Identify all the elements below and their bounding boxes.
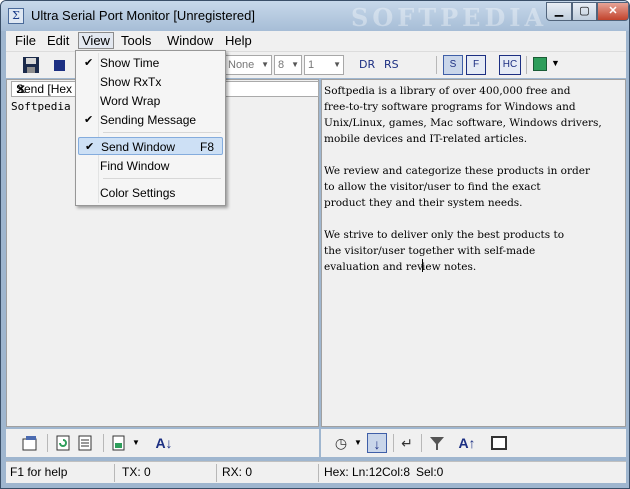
menu-separator — [103, 132, 221, 133]
menu-help[interactable]: Help — [222, 33, 255, 50]
window-icon[interactable] — [489, 433, 509, 453]
status-rx: RX: 0 — [222, 465, 253, 479]
checkmark-icon: ✔ — [85, 141, 95, 153]
minimize-button[interactable]: ▁ — [546, 2, 572, 21]
toolbar-separator — [103, 434, 104, 452]
hc-toggle-button[interactable]: HC — [499, 55, 521, 75]
databits-value: 8 — [278, 59, 285, 71]
properties-icon[interactable] — [20, 433, 40, 453]
s-toggle-button[interactable]: S — [443, 55, 463, 75]
close-icon[interactable]: ✕ — [16, 82, 26, 96]
toolbar-separator — [421, 434, 422, 452]
chevron-down-icon[interactable]: ▼ — [132, 438, 140, 447]
menu-item-label: Color Settings — [100, 186, 176, 200]
menu-file[interactable]: File — [12, 33, 39, 50]
chevron-down-icon: ▼ — [333, 60, 341, 69]
title-bar[interactable]: Σ Ultra Serial Port Monitor [Unregistere… — [1, 1, 629, 32]
f-toggle-button[interactable]: F — [466, 55, 486, 75]
rs-button[interactable]: RS — [384, 58, 399, 71]
menu-item-label: Show RxTx — [100, 75, 162, 89]
menu-edit[interactable]: Edit — [44, 33, 72, 50]
font-size-icon[interactable]: A↑ — [457, 433, 477, 453]
menu-item-word-wrap[interactable]: Word Wrap — [78, 92, 223, 110]
checkmark-icon: ✔ — [84, 57, 94, 69]
toolbar-separator — [393, 434, 394, 452]
toolbar-separator — [526, 56, 527, 74]
status-tx: TX: 0 — [122, 465, 151, 479]
stopbits-value: 1 — [308, 59, 315, 71]
chevron-down-icon: ▼ — [291, 60, 299, 69]
menu-item-find-window[interactable]: Find Window — [78, 157, 223, 175]
receive-text-area[interactable]: Softpedia is a library of over 400,000 f… — [324, 83, 624, 275]
menu-item-label: Find Window — [100, 159, 170, 173]
return-icon[interactable]: ↵ — [397, 433, 417, 453]
status-help: F1 for help — [10, 465, 68, 479]
status-divider — [318, 464, 319, 482]
chevron-down-icon: ▼ — [261, 60, 269, 69]
menu-item-label: Word Wrap — [100, 94, 161, 108]
close-icon: ✕ — [608, 5, 618, 17]
menu-window[interactable]: Window — [164, 33, 216, 50]
status-hex-line: Hex: Ln:12 — [324, 465, 383, 479]
status-col: Col:8 — [382, 465, 411, 479]
stopbits-select[interactable]: 1 ▼ — [304, 55, 344, 75]
maximize-icon: ▢ — [579, 5, 590, 17]
status-bar: F1 for help TX: 0 RX: 0 Hex: Ln:12 Col:8… — [6, 461, 626, 483]
receive-text-after-caret: iew notes. — [422, 261, 477, 273]
toolbar-separator — [436, 56, 437, 74]
document-list-icon[interactable] — [76, 433, 96, 453]
menu-item-label: Send Window — [101, 140, 176, 154]
clock-icon[interactable]: ◷ — [331, 433, 351, 453]
menu-item-sending-message[interactable]: ✔ Sending Message — [78, 111, 223, 129]
menu-item-show-time[interactable]: ✔ Show Time — [78, 54, 223, 72]
menu-tools[interactable]: Tools — [118, 33, 154, 50]
stop-icon[interactable] — [52, 58, 70, 76]
toolbar-separator — [47, 434, 48, 452]
receive-panel-toolbar: ◷ ▼ ↓ ↵ A↑ — [321, 429, 626, 457]
menu-bar: File Edit View Tools Window Help — [6, 31, 626, 51]
status-divider — [216, 464, 217, 482]
close-button[interactable]: ✕ — [597, 2, 629, 21]
menu-item-shortcut: F8 — [200, 140, 215, 154]
app-sigma-icon[interactable]: Σ — [8, 8, 24, 24]
receive-panel[interactable]: Softpedia is a library of over 400,000 f… — [321, 79, 626, 427]
status-sel: Sel:0 — [416, 465, 444, 479]
watermark: SOFTPEDIA — [351, 3, 548, 32]
menu-item-label: Sending Message — [100, 113, 197, 127]
menu-item-label: Show Time — [100, 56, 160, 70]
menu-item-color-settings[interactable]: Color Settings — [78, 184, 223, 202]
parity-value: None — [228, 59, 255, 71]
window-title: Ultra Serial Port Monitor [Unregistered] — [31, 8, 255, 23]
menu-separator — [103, 178, 221, 179]
status-divider — [114, 464, 115, 482]
send-file-icon[interactable] — [109, 433, 129, 453]
chevron-down-icon[interactable]: ▼ — [551, 58, 560, 68]
checkmark-icon: ✔ — [84, 114, 94, 126]
font-sort-icon[interactable]: A↓ — [154, 433, 174, 453]
receive-text-before-caret: Softpedia is a library of over 400,000 f… — [324, 85, 602, 273]
menu-item-send-window[interactable]: ✔ Send Window F8 — [78, 137, 223, 155]
save-icon[interactable] — [22, 56, 40, 74]
parity-select[interactable]: None ▼ — [224, 55, 272, 75]
refresh-icon[interactable] — [53, 433, 73, 453]
app-window: Σ Ultra Serial Port Monitor [Unregistere… — [0, 0, 630, 489]
color-swatch-button[interactable] — [533, 57, 547, 71]
databits-select[interactable]: 8 ▼ — [274, 55, 302, 75]
filter-icon[interactable] — [427, 433, 447, 453]
menu-item-show-rxtx[interactable]: Show RxTx — [78, 73, 223, 91]
chevron-down-icon[interactable]: ▼ — [354, 438, 362, 447]
autoscroll-down-icon[interactable]: ↓ — [367, 433, 387, 453]
menu-view[interactable]: View — [78, 32, 114, 49]
minimize-icon: ▁ — [554, 5, 564, 17]
maximize-button[interactable]: ▢ — [572, 2, 597, 21]
send-panel-toolbar: ▼ A↓ — [6, 429, 319, 457]
view-menu-dropdown: ✔ Show Time Show RxTx Word Wrap ✔ Sendin… — [75, 50, 226, 206]
dr-button[interactable]: DR — [359, 58, 375, 71]
